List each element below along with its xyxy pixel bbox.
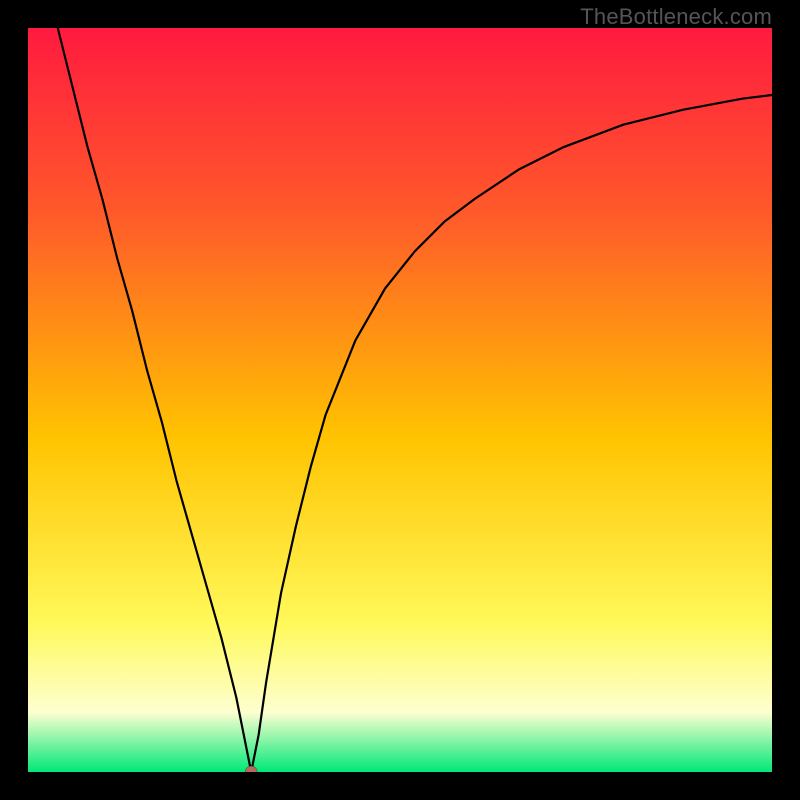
plot-frame (28, 28, 772, 772)
gradient-background (28, 28, 772, 772)
watermark: TheBottleneck.com (580, 4, 772, 30)
